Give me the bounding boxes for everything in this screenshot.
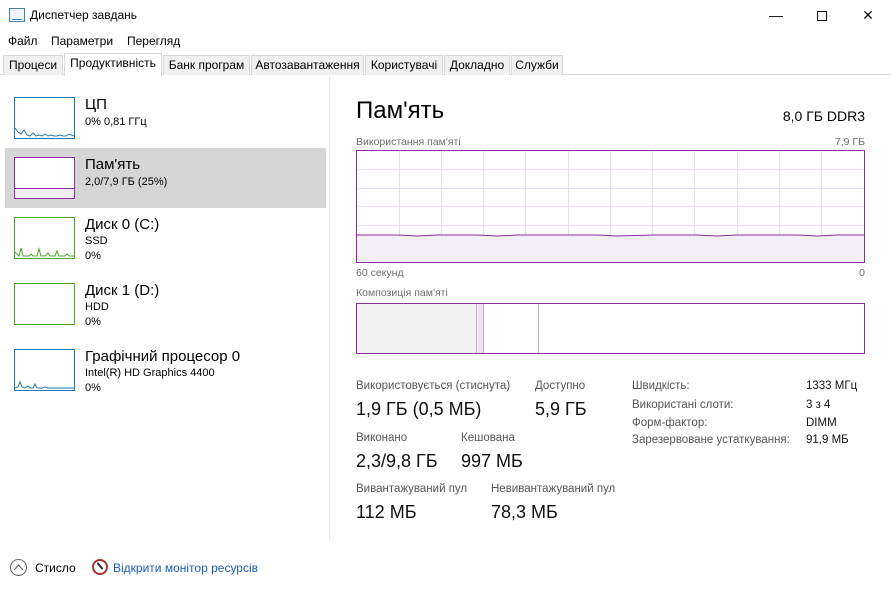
sidebar-item-cpu[interactable]: ЦП 0% 0,81 ГГц bbox=[5, 90, 326, 150]
composition-standby bbox=[485, 304, 539, 353]
disk1-thumbnail-graph bbox=[14, 283, 75, 325]
footer: Стисло Відкрити монітор ресурсів bbox=[0, 552, 891, 584]
reserved-label: Зарезервоване устаткування: bbox=[632, 434, 790, 446]
maximize-icon bbox=[817, 11, 827, 22]
form-factor-label: Форм-фактор: bbox=[632, 417, 708, 429]
sidebar-item-detail: 2,0/7,9 ГБ (25%) bbox=[85, 176, 168, 188]
sidebar-item-disk-0[interactable]: Диск 0 (C:) SSD 0% bbox=[5, 210, 326, 270]
composition-label: Композиція пам'яті bbox=[356, 287, 448, 299]
sidebar-item-title: Графічний процесор 0 bbox=[85, 348, 241, 365]
composition-free bbox=[540, 304, 864, 353]
form-factor-value: DIMM bbox=[806, 417, 837, 429]
sidebar-item-gpu[interactable]: Графічний процесор 0 Intel(R) HD Graphic… bbox=[5, 342, 326, 402]
task-manager-icon bbox=[9, 8, 25, 22]
cached-value: 997 МБ bbox=[461, 451, 523, 471]
sidebar-item-title: Диск 0 (C:) bbox=[85, 216, 160, 233]
time-axis-left: 60 секунд bbox=[356, 267, 404, 279]
window-title: Диспетчер завдань bbox=[30, 8, 138, 22]
chevron-up-icon[interactable] bbox=[10, 559, 27, 576]
menu-bar: Файл Параметри Перегляд bbox=[0, 31, 891, 51]
memory-thumbnail-graph bbox=[14, 157, 75, 199]
available-label: Доступно bbox=[535, 380, 586, 392]
gpu-thumbnail-graph bbox=[14, 349, 75, 391]
in-use-value: 1,9 ГБ (0,5 МБ) bbox=[356, 399, 482, 419]
nonpaged-pool-value: 78,3 МБ bbox=[491, 502, 558, 522]
sidebar-item-detail: Intel(R) HD Graphics 4400 bbox=[85, 367, 215, 379]
memory-thumbnail-fill bbox=[15, 188, 74, 198]
title-bar: Диспетчер завдань — ✕ bbox=[0, 0, 891, 31]
reserved-value: 91,9 МБ bbox=[806, 434, 849, 446]
disk0-thumbnail-graph bbox=[14, 217, 75, 259]
sidebar-item-title: ЦП bbox=[85, 96, 107, 113]
menu-view[interactable]: Перегляд bbox=[127, 34, 180, 48]
tab-users[interactable]: Користувачі bbox=[365, 55, 443, 75]
minimize-button[interactable]: — bbox=[753, 0, 799, 31]
cpu-thumbnail-graph bbox=[14, 97, 75, 139]
tab-startup[interactable]: Автозавантаження bbox=[251, 55, 364, 75]
tab-details[interactable]: Докладно bbox=[444, 55, 510, 75]
committed-label: Виконано bbox=[356, 432, 408, 444]
tab-strip: Процеси Продуктивність Банк програм Авто… bbox=[0, 53, 891, 76]
time-axis-right: 0 bbox=[859, 267, 865, 279]
menu-file[interactable]: Файл bbox=[8, 34, 38, 48]
available-value: 5,9 ГБ bbox=[535, 399, 587, 419]
in-use-label: Використовується (стиснута) bbox=[356, 380, 511, 392]
composition-in-use bbox=[357, 304, 477, 353]
composition-modified bbox=[478, 304, 484, 353]
paged-pool-value: 112 МБ bbox=[356, 502, 417, 522]
fewer-details-button[interactable]: Стисло bbox=[35, 561, 76, 575]
slots-value: 3 з 4 bbox=[806, 399, 831, 411]
sidebar-item-memory[interactable]: Пам'ять 2,0/7,9 ГБ (25%) bbox=[5, 148, 326, 208]
nonpaged-pool-label: Невивантажуваний пул bbox=[491, 483, 616, 495]
close-button[interactable]: ✕ bbox=[845, 0, 891, 31]
tab-app-history[interactable]: Банк програм bbox=[163, 55, 250, 75]
tab-services[interactable]: Служби bbox=[511, 55, 563, 75]
sidebar-item-usage: 0% bbox=[85, 382, 101, 394]
usage-graph-max: 7,9 ГБ bbox=[834, 136, 865, 148]
sidebar-item-detail: SSD bbox=[85, 235, 108, 247]
speed-value: 1333 МГц bbox=[806, 380, 858, 392]
page-title: Пам'ять bbox=[356, 97, 445, 124]
performance-sidebar: ЦП 0% 0,81 ГГц Пам'ять 2,0/7,9 ГБ (25%) … bbox=[0, 76, 330, 540]
sidebar-item-detail: 0% 0,81 ГГц bbox=[85, 116, 147, 128]
committed-value: 2,3/9,8 ГБ bbox=[356, 451, 438, 471]
sidebar-item-usage: 0% bbox=[85, 250, 101, 262]
tab-processes[interactable]: Процеси bbox=[3, 55, 63, 75]
cached-label: Кешована bbox=[461, 432, 515, 444]
paged-pool-label: Вивантажуваний пул bbox=[356, 483, 468, 495]
memory-composition-bar bbox=[356, 303, 865, 354]
sidebar-item-disk-1[interactable]: Диск 1 (D:) HDD 0% bbox=[5, 276, 326, 336]
tab-performance[interactable]: Продуктивність bbox=[64, 53, 162, 76]
maximize-button[interactable] bbox=[799, 0, 845, 31]
memory-type: 8,0 ГБ DDR3 bbox=[782, 108, 865, 124]
memory-usage-graph bbox=[356, 150, 865, 263]
menu-options[interactable]: Параметри bbox=[51, 34, 113, 48]
slots-label: Використані слоти: bbox=[632, 399, 734, 411]
usage-graph-label: Використання пам'яті bbox=[356, 136, 461, 148]
open-resource-monitor-link[interactable]: Відкрити монітор ресурсів bbox=[113, 561, 258, 575]
sidebar-item-usage: 0% bbox=[85, 316, 101, 328]
sidebar-item-title: Пам'ять bbox=[85, 156, 141, 173]
resource-monitor-icon[interactable] bbox=[92, 559, 108, 575]
speed-label: Швидкість: bbox=[632, 380, 690, 392]
sidebar-item-title: Диск 1 (D:) bbox=[85, 282, 160, 299]
sidebar-item-detail: HDD bbox=[85, 301, 109, 313]
